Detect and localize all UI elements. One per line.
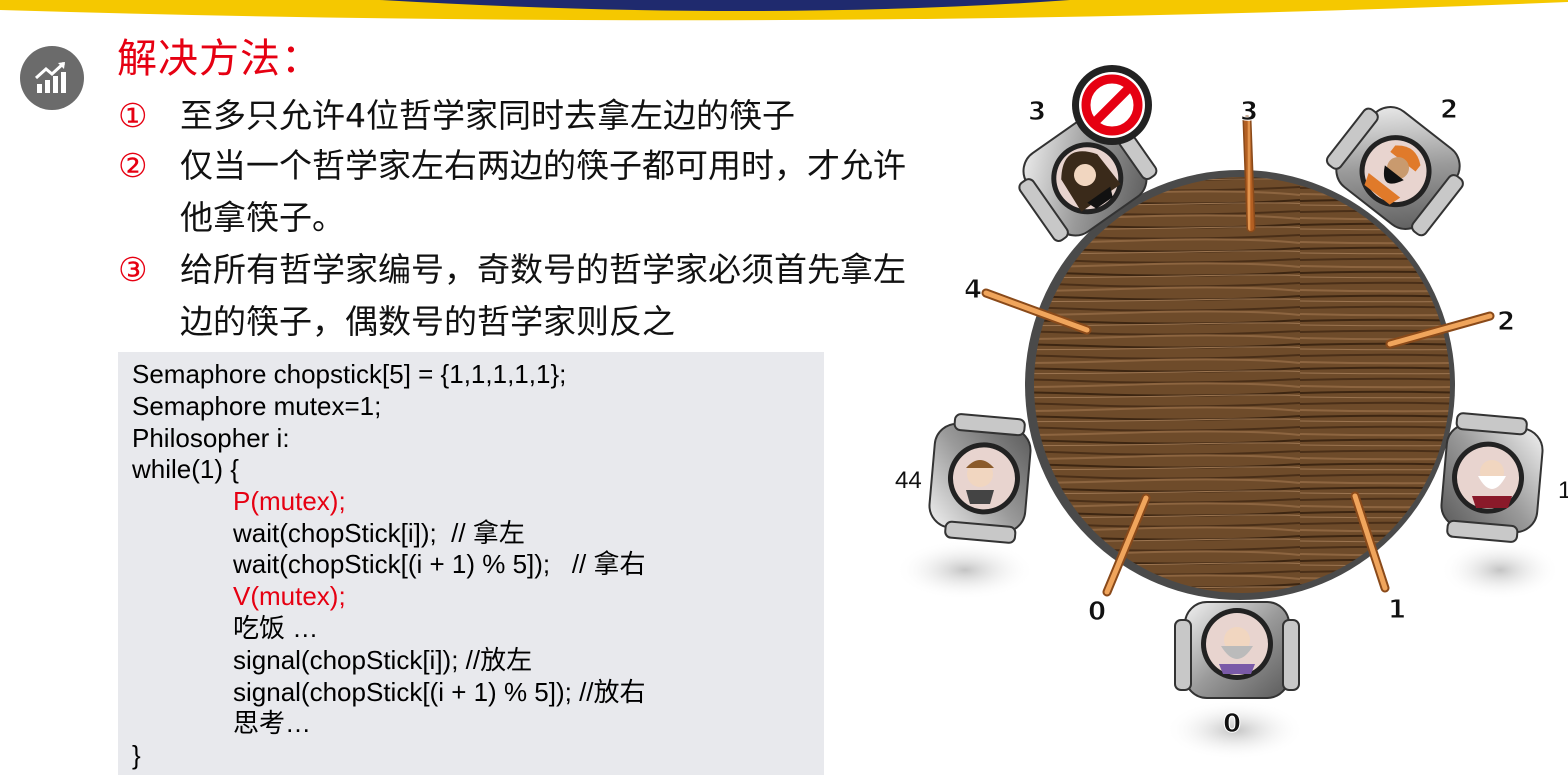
chopstick-label-2: 2 [1497, 307, 1515, 337]
dining-table [1034, 177, 1450, 593]
philosopher-label-1: 1 [1558, 477, 1568, 504]
code-line-highlight: P(mutex); [233, 486, 346, 516]
chopstick-label-3: 3 [1240, 97, 1258, 127]
philosopher-label-3: 3 [1028, 97, 1046, 127]
code-line: Semaphore mutex=1; [132, 391, 382, 421]
solution-item-2: ② 仅当一个哲学家左右两边的筷子都可用时，才允许 他拿筷子。 [118, 140, 906, 244]
solution-item-1: ① 至多只允许4位哲学家同时去拿左边的筷子 [118, 90, 795, 142]
code-line: signal(chopStick[i]); //放左 [233, 645, 533, 675]
code-line: wait(chopStick[(i + 1) % 5]); // 拿右 [233, 549, 646, 579]
code-line: 思考… [233, 708, 312, 738]
chopstick-label-0: 0 [1088, 597, 1106, 627]
item-number: ③ [118, 250, 148, 289]
item-text-continued: 边的筷子，偶数号的哲学家则反之 [180, 302, 675, 341]
chart-up-icon [20, 46, 84, 110]
code-line: 吃饭 … [233, 613, 319, 643]
philosopher-label-4: 44 [895, 467, 922, 494]
philosopher-4-face [966, 460, 994, 504]
chopstick-label-4: 4 [964, 275, 982, 305]
philosopher-0 [1174, 601, 1300, 699]
dining-philosophers-diagram: 3 3 2 4 2 44 1 0 1 0 [895, 65, 1568, 760]
item-text: 至多只允许4位哲学家同时去拿左边的筷子 [180, 96, 795, 135]
philosopher-label-0: 0 [1223, 709, 1241, 739]
chopstick-label-1: 1 [1388, 595, 1406, 625]
item-text-continued: 他拿筷子。 [180, 198, 345, 237]
item-number: ② [118, 146, 148, 185]
code-line: } [132, 740, 141, 770]
philosopher-label-2: 2 [1440, 95, 1458, 125]
code-line: signal(chopStick[(i + 1) % 5]); //放右 [233, 677, 646, 707]
code-line: while(1) { [132, 454, 239, 484]
code-line: wait(chopStick[i]); // 拿左 [233, 518, 525, 548]
no-entry-icon [1072, 65, 1152, 145]
solution-item-3: ③ 给所有哲学家编号，奇数号的哲学家必须首先拿左 边的筷子，偶数号的哲学家则反之 [118, 244, 906, 348]
item-number: ① [118, 96, 148, 135]
code-block: Semaphore chopstick[5] = {1,1,1,1,1}; Se… [118, 352, 824, 775]
page-title: 解决方法： [117, 36, 322, 82]
item-text: 给所有哲学家编号，奇数号的哲学家必须首先拿左 [180, 250, 906, 289]
code-line-highlight: V(mutex); [233, 581, 346, 611]
code-line: Philosopher i: [132, 423, 290, 453]
chopstick-3 [1242, 115, 1256, 233]
code-line: Semaphore chopstick[5] = {1,1,1,1,1}; [132, 359, 567, 389]
item-text: 仅当一个哲学家左右两边的筷子都可用时，才允许 [180, 146, 906, 185]
